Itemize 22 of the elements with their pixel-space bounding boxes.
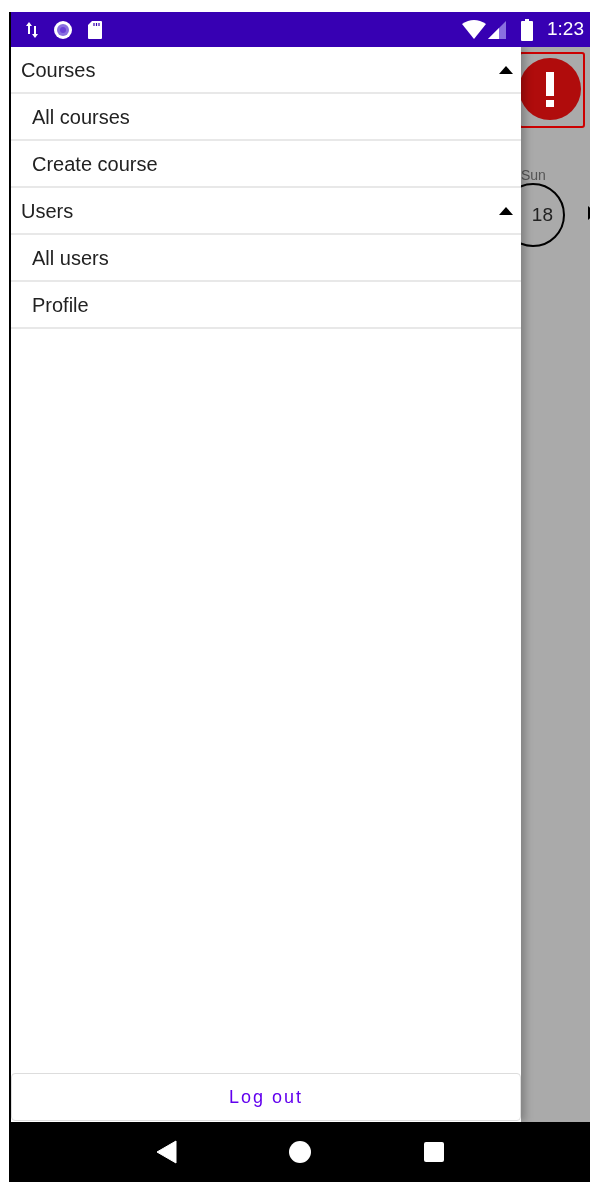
caret-icon	[499, 206, 513, 215]
menu-group-header[interactable]: Users	[11, 188, 521, 235]
status-time: 1:23	[547, 17, 584, 42]
menu-group-header[interactable]: Courses	[11, 47, 521, 94]
menu-item[interactable]: Create course	[11, 141, 521, 188]
battery-icon	[521, 18, 533, 41]
logout-button[interactable]: Log out	[11, 1073, 521, 1121]
recents-icon[interactable]	[422, 1141, 445, 1163]
sd-card-icon	[87, 19, 103, 40]
menu-item[interactable]: All courses	[11, 94, 521, 141]
circle-icon	[53, 19, 73, 40]
group-label: Courses	[21, 57, 96, 83]
back-icon[interactable]	[156, 1140, 179, 1164]
day-label: Sun	[521, 166, 546, 185]
menu-item[interactable]: Profile	[11, 282, 521, 329]
home-icon[interactable]	[288, 1140, 313, 1164]
caret-icon	[499, 65, 513, 74]
menu-item[interactable]: All users	[11, 235, 521, 282]
data-transfer-icon	[25, 20, 39, 39]
group-label: Users	[21, 198, 74, 224]
alert-button[interactable]	[521, 52, 585, 128]
signal-icon	[487, 19, 507, 40]
